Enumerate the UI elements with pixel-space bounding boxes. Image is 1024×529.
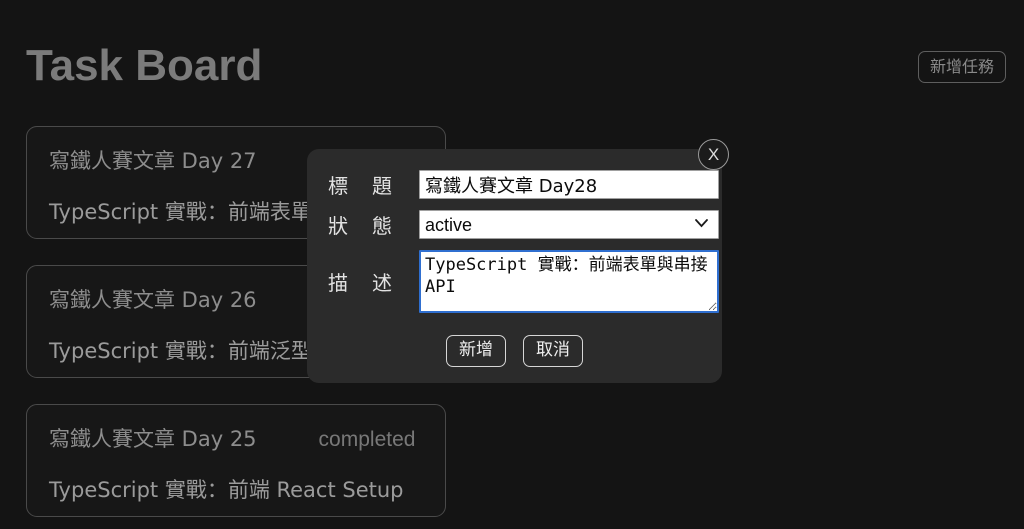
task-title: 寫鐵人賽文章 Day 25 <box>49 427 257 451</box>
task-card[interactable]: 寫鐵人賽文章 Day 25 completed TypeScript 實戰：前端… <box>26 404 446 517</box>
status-field-row: 狀態 active <box>328 210 719 239</box>
close-icon[interactable]: X <box>698 139 729 170</box>
task-title: 寫鐵人賽文章 Day 26 <box>49 288 257 312</box>
task-status-badge: completed <box>318 428 416 451</box>
description-field-label: 描述 <box>328 271 392 295</box>
submit-button[interactable]: 新增 <box>446 335 506 367</box>
page-title: Task Board <box>26 41 263 90</box>
add-task-button[interactable]: 新增任務 <box>917 51 1006 83</box>
description-textarea[interactable]: TypeScript 實戰：前端表單與串接 API <box>419 250 719 313</box>
status-select-wrapper: active <box>419 210 719 239</box>
status-select[interactable]: active <box>419 210 719 239</box>
task-title: 寫鐵人賽文章 Day 27 <box>49 149 257 173</box>
task-form-dialog: 標題 狀態 active 描述 TypeScript 實戰：前端表單與串接 AP… <box>307 149 722 383</box>
title-field-label: 標題 <box>328 174 392 198</box>
task-card-header: 寫鐵人賽文章 Day 25 completed <box>49 423 423 459</box>
title-input[interactable] <box>419 170 719 199</box>
status-field-label: 狀態 <box>328 214 392 238</box>
task-description: TypeScript 實戰：前端 React Setup <box>49 478 404 502</box>
description-field-row: 描述 TypeScript 實戰：前端表單與串接 API <box>328 250 719 313</box>
cancel-button[interactable]: 取消 <box>523 335 583 367</box>
title-field-row: 標題 <box>328 170 719 199</box>
page-header: Task Board 新增任務 <box>0 0 1024 110</box>
dialog-actions: 新增 取消 <box>307 335 722 367</box>
